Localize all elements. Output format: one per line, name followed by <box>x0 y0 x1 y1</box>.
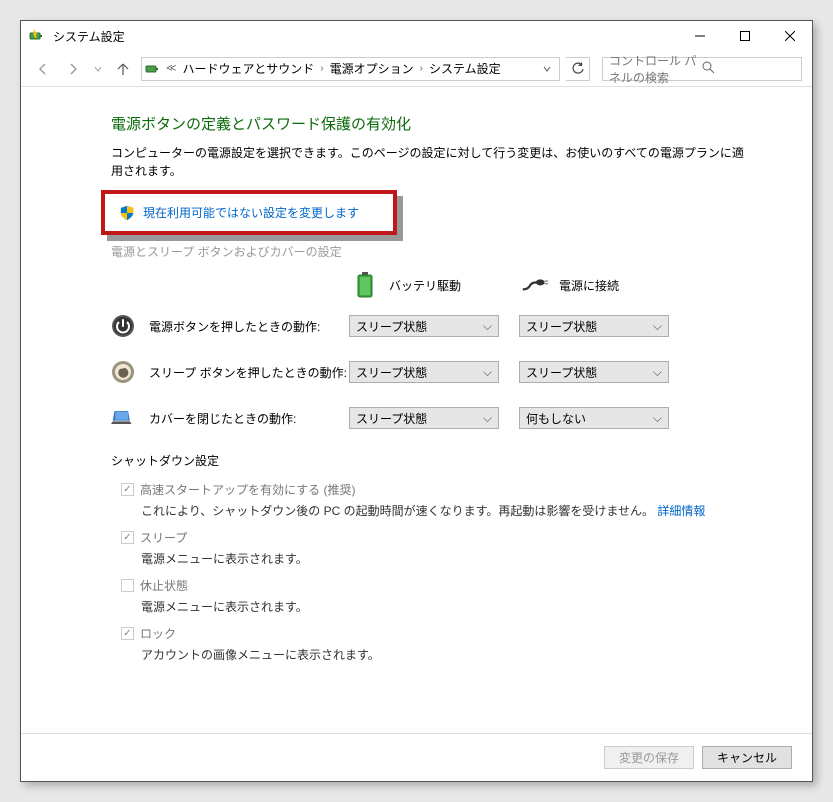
change-unavailable-settings-link[interactable]: 現在利用可能ではない設定を変更します <box>143 204 359 221</box>
up-button[interactable] <box>111 57 135 81</box>
checkbox[interactable] <box>121 531 134 544</box>
search-placeholder: コントロール パネルの検索 <box>609 52 702 86</box>
battery-select[interactable]: スリープ状態⌵ <box>349 361 499 383</box>
close-button[interactable] <box>767 21 812 51</box>
search-icon <box>702 61 795 77</box>
battery-icon <box>351 274 379 296</box>
window: システム設定 <box>20 20 813 782</box>
cancel-button[interactable]: キャンセル <box>702 746 792 769</box>
row-icon <box>111 360 135 384</box>
row-label: スリープ ボタンを押したときの動作: <box>149 364 349 381</box>
breadcrumb-item[interactable]: システム設定 <box>425 60 505 77</box>
page-title: 電源ボタンの定義とパスワード保護の有効化 <box>111 113 752 134</box>
content-area: 電源ボタンの定義とパスワード保護の有効化 コンピューターの電源設定を選択できます… <box>21 87 812 693</box>
row-icon <box>111 406 135 430</box>
row-icon <box>111 314 135 338</box>
chevron-down-icon: ⌵ <box>483 319 492 334</box>
checkbox-description: アカウントの画像メニューに表示されます。 <box>141 646 752 663</box>
battery-select[interactable]: スリープ状態⌵ <box>349 315 499 337</box>
checkbox-row: スリープ <box>121 529 752 546</box>
battery-column-header: バッテリ駆動 <box>351 274 521 296</box>
chevron-down-icon: ⌵ <box>653 319 662 334</box>
plug-icon <box>521 274 549 296</box>
ac-column-header: 電源に接続 <box>521 274 691 296</box>
footer: 変更の保存 キャンセル <box>21 733 812 781</box>
back-button[interactable] <box>31 57 55 81</box>
ac-select[interactable]: スリープ状態⌵ <box>519 361 669 383</box>
checkbox-row: 休止状態 <box>121 577 752 594</box>
minimize-button[interactable] <box>677 21 722 51</box>
checkbox[interactable] <box>121 483 134 496</box>
option-row: 電源ボタンを押したときの動作:スリープ状態⌵スリープ状態⌵ <box>111 314 752 338</box>
breadcrumb[interactable]: ≪ ハードウェアとサウンド › 電源オプション › システム設定 <box>141 57 560 81</box>
chevron-right-icon: › <box>418 63 425 74</box>
page-description: コンピューターの電源設定を選択できます。このページの設定に対して行う変更は、お使… <box>111 144 752 180</box>
highlighted-change-settings: 現在利用可能ではない設定を変更します <box>101 190 397 235</box>
column-headers: バッテリ駆動 電源に接続 <box>351 274 752 296</box>
checkbox-row: 高速スタートアップを有効にする (推奨) <box>121 481 752 498</box>
row-label: 電源ボタンを押したときの動作: <box>149 318 349 335</box>
battery-label: バッテリ駆動 <box>389 277 461 294</box>
chevron-down-icon: ⌵ <box>653 411 662 426</box>
refresh-button[interactable] <box>566 57 590 81</box>
uac-shield-icon <box>119 205 135 221</box>
checkbox[interactable] <box>121 579 134 592</box>
checkbox-description: これにより、シャットダウン後の PC の起動時間が速くなります。再起動は影響を受… <box>141 502 752 519</box>
search-input[interactable]: コントロール パネルの検索 <box>602 57 802 81</box>
battery-select[interactable]: スリープ状態⌵ <box>349 407 499 429</box>
checkbox-label: 高速スタートアップを有効にする (推奨) <box>140 481 355 498</box>
navigation-bar: ≪ ハードウェアとサウンド › 電源オプション › システム設定 コントロール … <box>21 51 812 87</box>
titlebar: システム設定 <box>21 21 812 51</box>
checkbox-label: スリープ <box>140 529 187 546</box>
chevron-right-icon: › <box>318 63 325 74</box>
power-options-icon <box>144 60 162 78</box>
breadcrumb-dropdown[interactable] <box>537 62 557 76</box>
checkbox-row: ロック <box>121 625 752 642</box>
checkbox-description: 電源メニューに表示されます。 <box>141 550 752 567</box>
forward-button[interactable] <box>61 57 85 81</box>
chevron-down-icon: ⌵ <box>653 365 662 380</box>
window-controls <box>677 21 812 51</box>
ac-label: 電源に接続 <box>559 277 619 294</box>
maximize-button[interactable] <box>722 21 767 51</box>
breadcrumb-sep: ≪ <box>164 63 178 74</box>
recent-dropdown[interactable] <box>91 57 105 81</box>
power-options-icon <box>29 28 45 44</box>
checkbox-description: 電源メニューに表示されます。 <box>141 598 752 615</box>
details-link[interactable]: 詳細情報 <box>657 504 705 518</box>
chevron-down-icon: ⌵ <box>483 411 492 426</box>
checkbox-label: 休止状態 <box>140 577 188 594</box>
option-row: カバーを閉じたときの動作:スリープ状態⌵ 何もしない⌵ <box>111 406 752 430</box>
ac-select[interactable]: 何もしない⌵ <box>519 407 669 429</box>
save-button[interactable]: 変更の保存 <box>604 746 694 769</box>
checkbox-label: ロック <box>140 625 176 642</box>
window-title: システム設定 <box>53 28 677 45</box>
section-heading-power-sleep: 電源とスリープ ボタンおよびカバーの設定 <box>111 243 752 260</box>
option-row: スリープ ボタンを押したときの動作:スリープ状態⌵スリープ状態⌵ <box>111 360 752 384</box>
checkbox[interactable] <box>121 627 134 640</box>
ac-select[interactable]: スリープ状態⌵ <box>519 315 669 337</box>
shutdown-settings-heading: シャットダウン設定 <box>111 452 752 469</box>
breadcrumb-item[interactable]: 電源オプション <box>326 60 418 77</box>
breadcrumb-item[interactable]: ハードウェアとサウンド <box>178 60 318 77</box>
row-label: カバーを閉じたときの動作: <box>149 410 349 427</box>
chevron-down-icon: ⌵ <box>483 365 492 380</box>
